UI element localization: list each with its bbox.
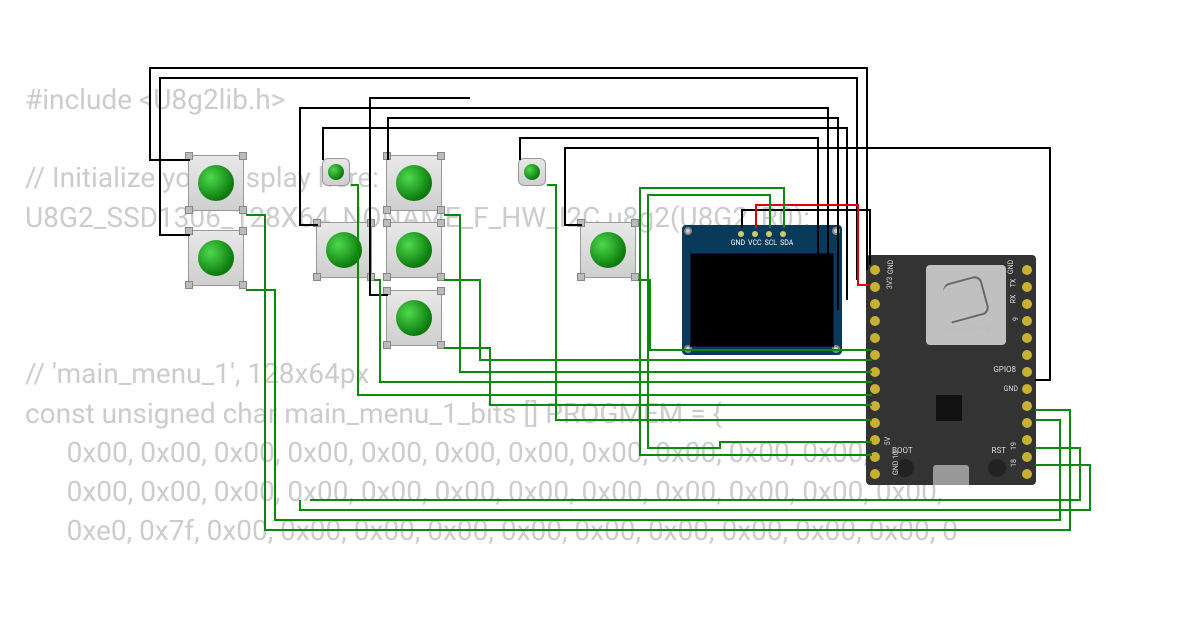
pushbutton-dpad-left[interactable] [316,222,372,278]
mcu-pad[interactable] [870,316,880,326]
mcu-label-10: GND 10 [892,451,900,475]
pushbutton-left-top[interactable] [188,155,244,211]
mcu-pad[interactable] [1022,367,1032,377]
mcu-pad[interactable] [1022,384,1032,394]
mcu-label-rx: RX [1010,295,1018,304]
mcu-pad[interactable] [870,367,880,377]
mcu-pad[interactable] [870,469,880,479]
mcu-label-gnd-tl: GND [887,260,895,274]
mcu-pad[interactable] [1022,401,1032,411]
mcu-pad[interactable] [870,265,880,275]
mcu-rf-shield [926,265,1006,345]
mcu-pad[interactable] [870,418,880,428]
schematic-canvas: GND VCC SCL SDA [0,0,1200,630]
mcu-label-18: 18 [1010,459,1018,467]
pushbutton-dpad-center[interactable] [386,222,442,278]
mcu-label-5v: 5V [884,437,892,445]
oled-label-vcc: VCC [748,239,762,247]
mcu-pad[interactable] [1022,469,1032,479]
oled-screen [690,253,834,347]
mcu-rst-label: RST [992,446,1006,455]
oled-pin-sda[interactable] [780,231,786,237]
mcu-chip-label: ESP32-C3-MINI-1 [942,325,996,333]
pushbutton-dpad-up[interactable] [386,155,442,211]
oled-pin-gnd[interactable] [738,231,744,237]
mcu-pad[interactable] [870,333,880,343]
mcu-label-gpio8: GPIO8 [993,365,1016,374]
oled-pin-vcc[interactable] [752,231,758,237]
mcu-label-3v3: 3V3 [886,277,894,289]
pushbutton-left-bottom[interactable] [188,230,244,286]
oled-label-gnd: GND [731,239,745,247]
mcu-pad[interactable] [870,401,880,411]
oled-label-sda: SDA [780,239,793,247]
mcu-pad[interactable] [870,435,880,445]
mcu-label-9: 9 [1012,317,1020,321]
mcu-label-tx: TX [1010,279,1018,288]
oled-label-scl: SCL [765,239,777,247]
espressif-logo-icon [942,275,991,324]
mcu-ic-icon [936,395,962,421]
oled-pin-scl[interactable] [766,231,772,237]
mcu-pad[interactable] [1022,282,1032,292]
oled-display[interactable]: GND VCC SCL SDA [682,225,842,355]
mcu-pad[interactable] [870,282,880,292]
mcu-pad[interactable] [1022,350,1032,360]
mcu-label-19: 19 [1010,442,1018,450]
mcu-pad[interactable] [870,452,880,462]
mcu-pad[interactable] [1022,265,1032,275]
pushbutton-small-2[interactable] [518,158,546,186]
pushbutton-right[interactable] [580,222,636,278]
mcu-pad[interactable] [1022,316,1032,326]
mcu-pad[interactable] [1022,418,1032,428]
mcu-pad[interactable] [1022,452,1032,462]
mcu-reset-button[interactable] [988,459,1006,477]
mcu-pad[interactable] [1022,299,1032,309]
mcu-label-gnd-r: GND [1004,385,1018,393]
pushbutton-dpad-down[interactable] [386,290,442,346]
mcu-pad[interactable] [870,350,880,360]
mcu-pad[interactable] [1022,333,1032,343]
mcu-label-gnd-tr: GND [1007,260,1015,274]
mcu-pad[interactable] [870,384,880,394]
mcu-pad[interactable] [870,299,880,309]
mcu-pad[interactable] [1022,435,1032,445]
esp32-board[interactable]: ESP32-C3-MINI-1 GPIO8 BOOT RST GND 3V3 G… [866,255,1036,485]
usb-port-icon [933,465,969,485]
pushbutton-small-1[interactable] [322,158,350,186]
